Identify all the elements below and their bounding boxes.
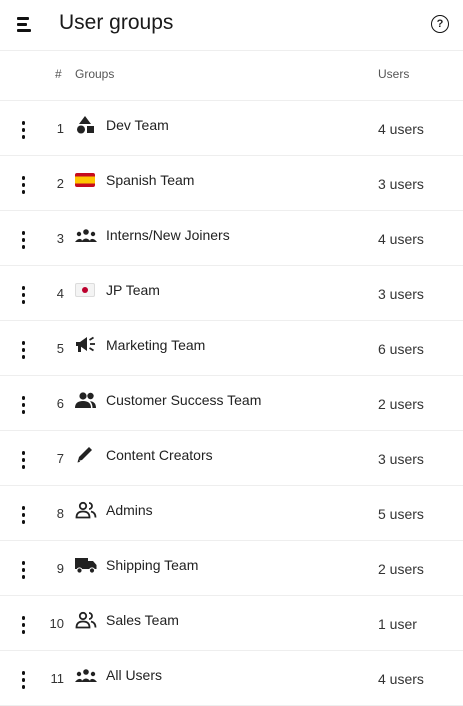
table-row[interactable]: 11 All Users 4 users — [0, 651, 463, 706]
table-row[interactable]: 6 Customer Success Team 2 users — [0, 376, 463, 431]
column-users-header: Users — [378, 67, 410, 81]
menu-icon[interactable] — [14, 14, 36, 36]
row-index: 6 — [56, 396, 64, 411]
more-options-icon[interactable] — [14, 559, 32, 581]
people-outline-icon — [75, 501, 97, 519]
user-count: 3 users — [378, 176, 424, 192]
people-icon — [75, 391, 97, 409]
more-options-icon[interactable] — [14, 229, 32, 251]
group-name: JP Team — [106, 282, 160, 298]
user-count: 1 user — [378, 616, 417, 632]
user-count: 3 users — [378, 451, 424, 467]
user-count: 6 users — [378, 341, 424, 357]
row-index: 2 — [56, 176, 64, 191]
shapes-icon — [75, 116, 97, 134]
more-options-icon[interactable] — [14, 504, 32, 526]
more-options-icon[interactable] — [14, 614, 32, 636]
group-name: Sales Team — [106, 612, 179, 628]
page-title: User groups — [59, 11, 174, 34]
japan-flag-icon — [75, 281, 97, 299]
table-header: # Groups Users — [0, 51, 463, 101]
group-name: Content Creators — [106, 447, 213, 463]
group-name: Customer Success Team — [106, 392, 262, 408]
row-index: 1 — [56, 121, 64, 136]
truck-icon — [75, 556, 97, 574]
megaphone-icon — [75, 336, 97, 354]
pencil-icon — [75, 446, 97, 464]
table-row[interactable]: 7 Content Creators 3 users — [0, 431, 463, 486]
more-options-icon[interactable] — [14, 669, 32, 691]
table-row[interactable]: 4 JP Team 3 users — [0, 266, 463, 321]
group-name: Marketing Team — [106, 337, 206, 353]
row-index: 8 — [56, 506, 64, 521]
user-count: 4 users — [378, 231, 424, 247]
app-header: User groups ? — [0, 0, 463, 51]
row-index: 11 — [50, 671, 65, 686]
row-index: 9 — [56, 561, 64, 576]
user-count: 5 users — [378, 506, 424, 522]
groups-icon — [75, 666, 97, 684]
column-number-header: # — [55, 67, 62, 81]
more-options-icon[interactable] — [14, 449, 32, 471]
table-row[interactable]: 10 Sales Team 1 user — [0, 596, 463, 651]
table-row[interactable]: 2 Spanish Team 3 users — [0, 156, 463, 211]
group-name: Admins — [106, 502, 153, 518]
group-name: Spanish Team — [106, 172, 195, 188]
help-icon[interactable]: ? — [431, 15, 449, 33]
more-options-icon[interactable] — [14, 284, 32, 306]
spain-flag-icon — [75, 171, 97, 189]
more-options-icon[interactable] — [14, 394, 32, 416]
user-count: 2 users — [378, 396, 424, 412]
user-groups-screen: User groups ? # Groups Users 1 Dev Team … — [0, 0, 463, 706]
row-index: 7 — [56, 451, 64, 466]
more-options-icon[interactable] — [14, 174, 32, 196]
groups-icon — [75, 226, 97, 244]
more-options-icon[interactable] — [14, 339, 32, 361]
table-row[interactable]: 8 Admins 5 users — [0, 486, 463, 541]
user-count: 4 users — [378, 121, 424, 137]
user-count: 2 users — [378, 561, 424, 577]
row-index: 10 — [49, 616, 64, 631]
row-index: 4 — [56, 286, 64, 301]
user-count: 4 users — [378, 671, 424, 687]
group-name: Dev Team — [106, 117, 169, 133]
row-index: 5 — [56, 341, 64, 356]
row-index: 3 — [56, 231, 64, 246]
column-groups-header: Groups — [75, 67, 115, 81]
table-row[interactable]: 3 Interns/New Joiners 4 users — [0, 211, 463, 266]
table-row[interactable]: 9 Shipping Team 2 users — [0, 541, 463, 596]
table-row[interactable]: 1 Dev Team 4 users — [0, 101, 463, 156]
group-list: 1 Dev Team 4 users 2 Spanish Team 3 user… — [0, 101, 463, 706]
people-outline-icon — [75, 611, 97, 629]
group-name: Shipping Team — [106, 557, 199, 573]
group-name: All Users — [106, 667, 163, 683]
more-options-icon[interactable] — [14, 119, 32, 141]
table-row[interactable]: 5 Marketing Team 6 users — [0, 321, 463, 376]
user-count: 3 users — [378, 286, 424, 302]
group-name: Interns/New Joiners — [106, 227, 230, 243]
